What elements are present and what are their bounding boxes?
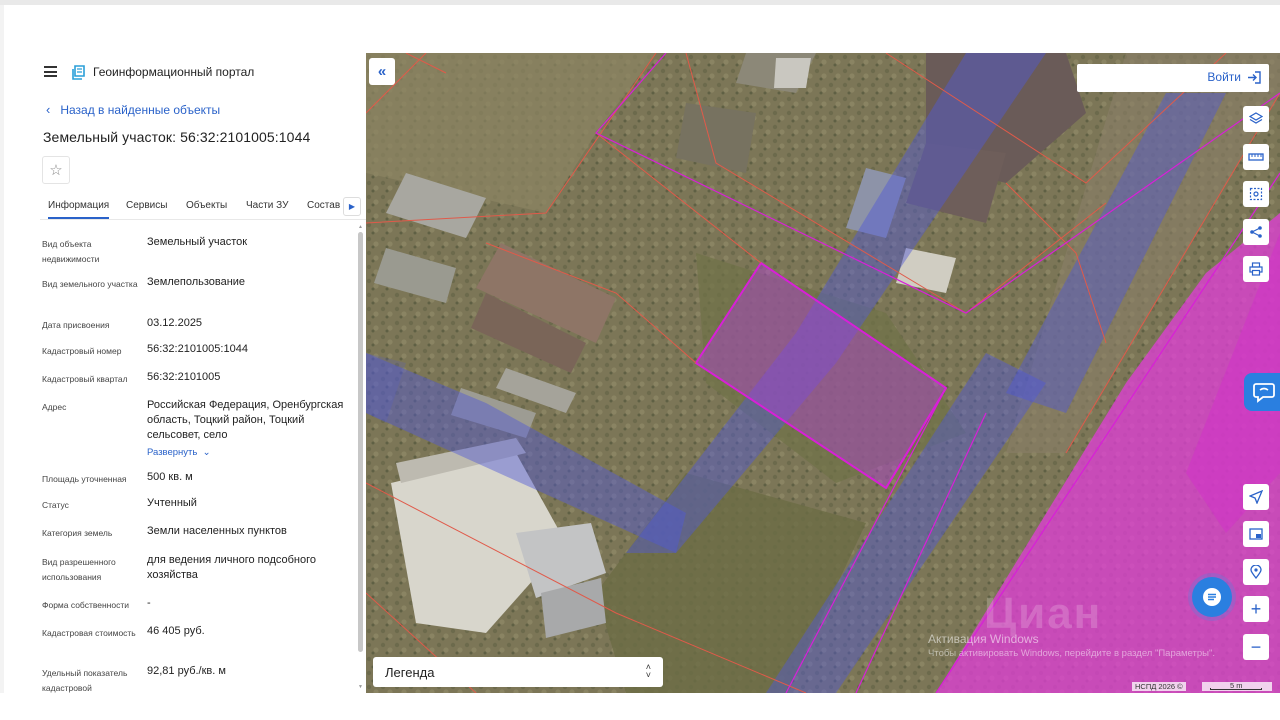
window-bottom-strip <box>0 693 1280 720</box>
detail-value: Земли населенных пунктов <box>147 525 287 537</box>
map-attribution: НСПД 2026 © <box>1132 682 1186 691</box>
back-link-label: Назад в найденные объекты <box>60 102 221 117</box>
back-to-results-link[interactable]: ‹ Назад в найденные объекты <box>46 102 220 117</box>
chevron-right-icon: ▶ <box>348 202 356 211</box>
windows-activation-title: Активация Windows <box>928 632 1039 646</box>
scale-bar <box>1210 688 1262 690</box>
chat-icon <box>1253 383 1275 403</box>
layers-icon <box>1249 112 1263 124</box>
detail-label: Адрес <box>42 402 67 412</box>
detail-value: - <box>147 597 151 609</box>
location-pin-button[interactable] <box>1243 559 1269 585</box>
collapse-panel-button[interactable]: « <box>369 58 395 85</box>
detail-label: Кадастровый квартал <box>42 374 128 384</box>
detail-value: Учтенный <box>147 497 197 509</box>
login-arrow-icon <box>1248 70 1261 84</box>
detail-value: 92,81 руб./кв. м <box>147 665 226 677</box>
favorite-button[interactable]: ☆ <box>42 156 70 184</box>
detail-label: Вид разрешенного использования <box>42 557 116 582</box>
tab-objects[interactable]: Объекты <box>186 200 227 211</box>
tab-information[interactable]: Информация <box>48 200 110 219</box>
detail-value: 03.12.2025 <box>147 317 203 329</box>
object-title: Земельный участок: 56:32:2101005:1044 <box>43 129 311 145</box>
map-canvas[interactable]: Циан Активация Windows Чтобы активироват… <box>366 53 1280 693</box>
tabs-scroll-right-button[interactable]: ▶ <box>343 197 361 216</box>
ruler-icon <box>1248 153 1264 161</box>
detail-label: Статус <box>42 500 69 510</box>
address-text: Российская Федерация, Оренбургская облас… <box>147 399 344 441</box>
select-area-button[interactable] <box>1243 181 1269 207</box>
minimap-icon <box>1249 528 1263 540</box>
chat-side-button[interactable] <box>1244 373 1280 411</box>
detail-value: Землепользование <box>147 276 246 288</box>
hamburger-icon[interactable] <box>44 66 57 77</box>
locate-icon <box>1249 490 1263 504</box>
map-scale: 5 m <box>1202 681 1272 691</box>
ruler-button[interactable] <box>1243 144 1269 170</box>
legend-dropdown[interactable]: Легенда ˄ ˅ <box>373 657 663 687</box>
login-bar: Войти <box>1077 64 1269 92</box>
window-left-edge <box>0 5 4 720</box>
detail-value: 500 кв. м <box>147 471 193 483</box>
zoom-out-icon: − <box>1250 637 1262 657</box>
zoom-in-icon: + <box>1250 599 1262 619</box>
detail-label: Площадь уточненная <box>42 474 127 484</box>
locate-button[interactable] <box>1243 484 1269 510</box>
details-list: Вид объекта недвижимости Земельный участ… <box>40 223 360 693</box>
detail-value: Российская Федерация, Оренбургская облас… <box>147 398 347 460</box>
satellite-imagery <box>366 53 1280 693</box>
windows-activation-text: Чтобы активировать Windows, перейдите в … <box>928 648 1215 659</box>
detail-value: для ведения личного подсобного хозяйства <box>147 554 317 581</box>
layers-button[interactable] <box>1243 106 1269 132</box>
tab-composition[interactable]: Состав <box>307 200 340 211</box>
zoom-in-button[interactable]: + <box>1243 596 1269 622</box>
star-icon: ☆ <box>49 162 63 179</box>
detail-label: Дата присвоения <box>42 320 110 330</box>
tab-services[interactable]: Сервисы <box>126 200 167 211</box>
scroll-up-arrow[interactable]: ▲ <box>357 224 364 230</box>
window-top-strip <box>0 0 1280 5</box>
expand-address-link[interactable]: Развернуть ⌄ <box>147 445 211 460</box>
detail-label: Категория земель <box>42 528 113 538</box>
detail-value: 56:32:2101005 <box>147 371 221 383</box>
scroll-down-arrow[interactable]: ▼ <box>357 684 364 690</box>
location-pin-icon <box>1250 565 1262 579</box>
tab-parts[interactable]: Части ЗУ <box>246 200 288 211</box>
print-icon <box>1249 262 1263 276</box>
chevron-down-icon: ⌄ <box>202 447 211 458</box>
info-tabs: Информация Сервисы Объекты Части ЗУ Сост… <box>40 194 366 220</box>
login-label: Войти <box>1207 70 1241 84</box>
select-area-icon <box>1249 187 1263 201</box>
zoom-out-button[interactable]: − <box>1243 634 1269 660</box>
portal-title: Геоинформационный портал <box>93 65 255 79</box>
panel-scrollbar[interactable] <box>358 232 363 652</box>
chevron-left-icon: ‹ <box>46 102 51 117</box>
share-icon <box>1250 226 1262 238</box>
updown-chevron-icon: ˄ ˅ <box>645 662 651 680</box>
detail-label: Форма собственности <box>42 600 129 610</box>
expand-label: Развернуть <box>147 447 198 458</box>
print-button[interactable] <box>1243 256 1269 282</box>
share-button[interactable] <box>1243 219 1269 245</box>
detail-value: Земельный участок <box>147 236 248 248</box>
detail-label: Удельный показатель кадастровой <box>42 668 128 693</box>
detail-label: Вид объекта недвижимости <box>42 239 100 264</box>
object-info-panel: Геоинформационный портал ‹ Назад в найде… <box>40 53 366 693</box>
minimap-button[interactable] <box>1243 521 1269 547</box>
login-button[interactable]: Войти <box>1207 70 1261 84</box>
detail-label: Кадастровый номер <box>42 346 122 356</box>
detail-value: 46 405 руб. <box>147 625 205 637</box>
chat-icon <box>1203 588 1221 606</box>
legend-label: Легенда <box>385 665 435 680</box>
panel-header: Геоинформационный портал <box>40 53 366 91</box>
portal-logo-icon <box>72 65 85 80</box>
chat-bubble-button[interactable] <box>1192 577 1232 617</box>
detail-label: Вид земельного участка <box>42 279 138 289</box>
detail-value: 56:32:2101005:1044 <box>147 343 248 355</box>
double-chevron-left-icon: « <box>377 63 387 80</box>
detail-label: Кадастровая стоимость <box>42 628 136 638</box>
